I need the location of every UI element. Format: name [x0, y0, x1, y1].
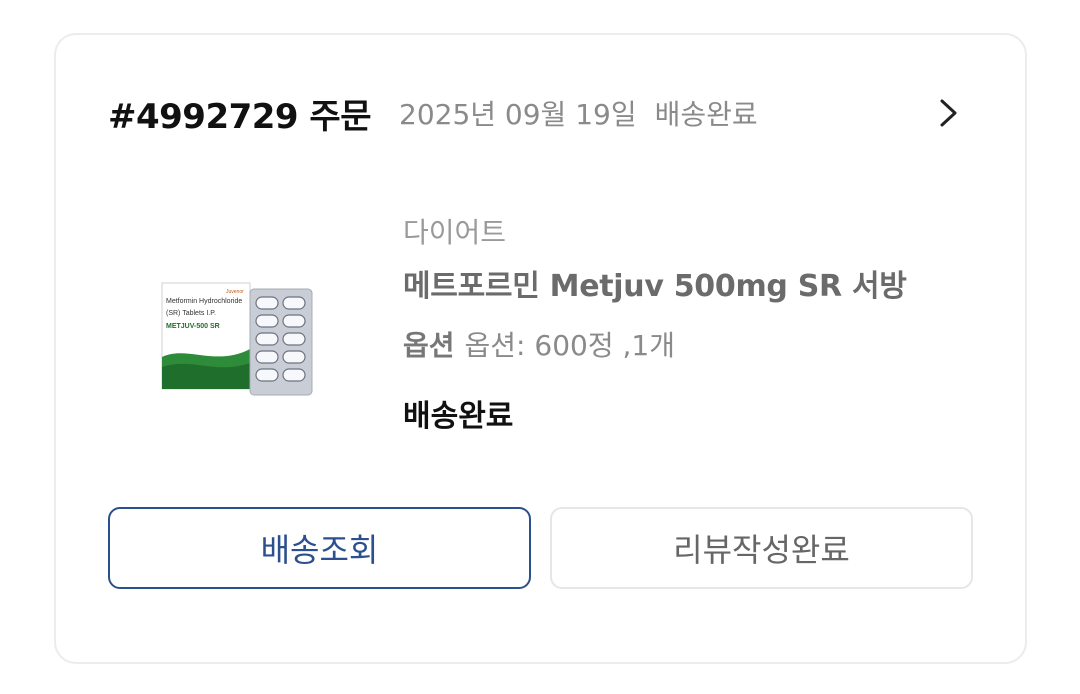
option-value: 옵션: 600정 ,1개 [464, 329, 675, 362]
option-label: 옵션 [403, 329, 455, 362]
product-thumbnail: Metformin Hydrochloride (SR) Tablets I.P… [161, 282, 313, 396]
review-complete-button[interactable]: 리뷰작성완료 [550, 507, 973, 589]
delivery-status: 배송완료 [403, 399, 514, 434]
chevron-right-icon[interactable] [931, 97, 963, 129]
order-header[interactable]: #4992729 주문 2025년 09월 19일 배송완료 [108, 91, 973, 137]
box-brand: METJUV-500 SR [166, 323, 220, 330]
product-category: 다이어트 [403, 216, 507, 249]
track-delivery-button[interactable]: 배송조회 [108, 507, 531, 589]
order-id: #4992729 주문 [108, 96, 372, 137]
product-info: 다이어트 메트포르민 Metjuv 500mg SR 서방 옵션 옵션: 600정… [403, 215, 985, 437]
order-date: 2025년 09월 19일 [399, 98, 637, 131]
box-maker: Juvenor [226, 289, 244, 295]
order-status: 배송완료 [654, 98, 758, 131]
box-text-line1: Metformin Hydrochloride [166, 298, 242, 305]
order-card: #4992729 주문 2025년 09월 19일 배송완료 Metformin… [54, 33, 1027, 664]
product-option: 옵션 옵션: 600정 ,1개 [403, 327, 985, 365]
product-name[interactable]: 메트포르민 Metjuv 500mg SR 서방 [403, 267, 985, 307]
box-text-line2: (SR) Tablets I.P. [166, 310, 216, 317]
